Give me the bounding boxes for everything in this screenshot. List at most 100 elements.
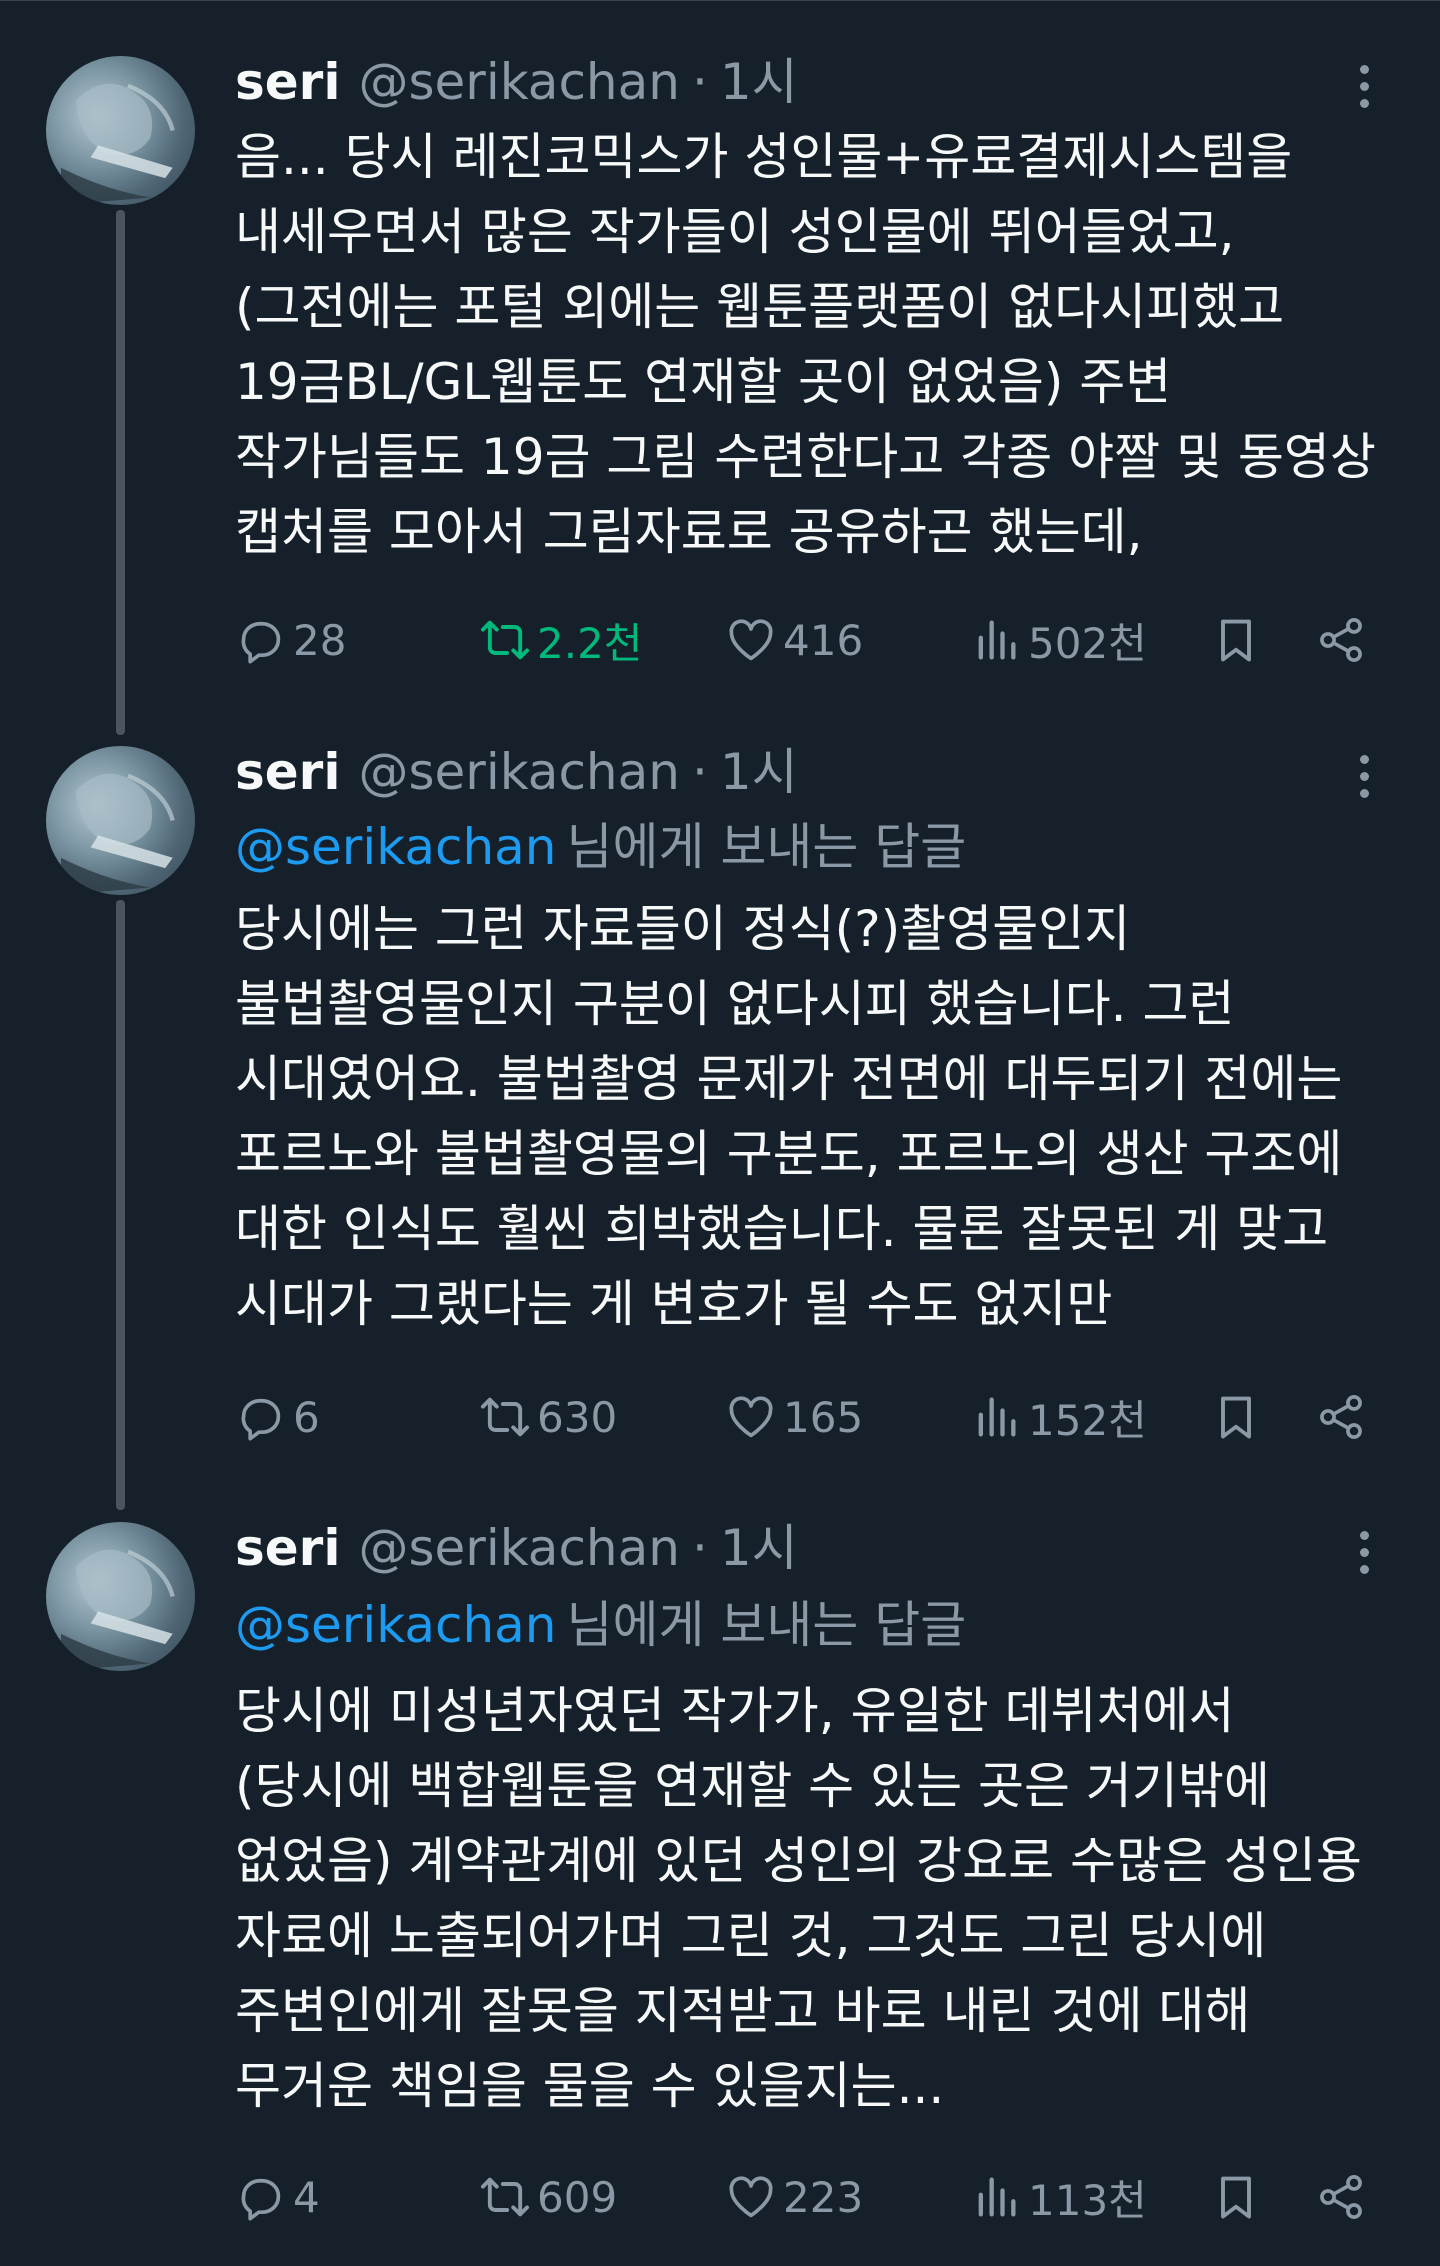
retweet-icon: [480, 2177, 530, 2217]
more-dot-icon: [1359, 788, 1369, 798]
tweet-header: seri @serikachan · 1시: [235, 1518, 798, 1578]
separator-dot: ·: [691, 1519, 708, 1577]
tweet-text-line: 무거운 책임을 물을 수 있을지는...: [235, 2057, 945, 2115]
timestamp[interactable]: 1시: [720, 1518, 798, 1578]
tweet-text: 음... 당시 레진코믹스가 성인물+유료결제시스템을 내세우면서 많은 작가들…: [235, 120, 1405, 570]
action-bar: 4 609 223 113천: [235, 2167, 1415, 2227]
share-icon: [1320, 618, 1362, 662]
reply-mention-link[interactable]: @serikachan: [235, 1596, 556, 1654]
analytics-icon: [978, 2177, 1016, 2217]
tweet-text-line: 작가님들도 19금 그림 수련한다고 각종 야짤 및 동영상: [235, 428, 1376, 486]
like-button[interactable]: 165: [725, 1387, 863, 1447]
more-dot-icon: [1359, 64, 1369, 74]
action-bar: 28 2.2천 416 502천: [235, 610, 1415, 670]
view-count: 113천: [1028, 2175, 1147, 2225]
bookmark-button[interactable]: [1210, 2167, 1262, 2227]
reply-count: 6: [293, 1392, 320, 1442]
reply-count: 4: [293, 2172, 320, 2222]
replying-to: @serikachan 님에게 보내는 답글: [235, 1595, 966, 1655]
timestamp[interactable]: 1시: [720, 742, 798, 802]
bookmark-button[interactable]: [1210, 1387, 1262, 1447]
reply-icon: [241, 2178, 281, 2221]
tweet-text-line: 음... 당시 레진코믹스가 성인물+유료결제시스템을: [235, 128, 1293, 186]
views-button[interactable]: 502천: [970, 610, 1147, 670]
tweet-text: 당시에는 그런 자료들이 정식(?)촬영물인지 불법촬영물인지 구분이 없다시피…: [235, 892, 1405, 1342]
tweet-text-line: (그전에는 포털 외에는 웹툰플랫폼이 없다시피했고: [235, 278, 1285, 336]
bookmark-icon: [1221, 1396, 1251, 1439]
retweet-count: 2.2천: [537, 618, 643, 668]
views-button[interactable]: 113천: [970, 2167, 1147, 2227]
like-count: 223: [783, 2172, 864, 2222]
retweet-count: 630: [537, 1392, 618, 1442]
tweet-text-line: 포르노와 불법촬영물의 구분도, 포르노의 생산 구조에: [235, 1125, 1343, 1183]
more-dot-icon: [1359, 1547, 1369, 1557]
separator-dot: ·: [691, 743, 708, 801]
reply-button[interactable]: 4: [235, 2167, 320, 2227]
avatar[interactable]: [46, 746, 195, 895]
tweet-text-line: 시대가 그랬다는 게 변호가 될 수도 없지만: [235, 1275, 1113, 1333]
display-name[interactable]: seri: [235, 742, 340, 802]
tweet[interactable]: seri @serikachan · 1시 @serikachan 님에게 보내는…: [0, 1500, 1440, 2266]
timestamp[interactable]: 1시: [720, 52, 798, 112]
heart-icon: [729, 2176, 773, 2218]
avatar[interactable]: [46, 56, 195, 205]
retweet-button[interactable]: 609: [479, 2167, 617, 2227]
share-icon: [1320, 2175, 1362, 2219]
tweet-header: seri @serikachan · 1시: [235, 52, 798, 112]
tweet-text-line: 자료에 노출되어가며 그린 것, 그것도 그린 당시에: [235, 1907, 1267, 1965]
user-handle[interactable]: @serikachan: [358, 742, 679, 802]
more-dot-icon: [1359, 1530, 1369, 1540]
display-name[interactable]: seri: [235, 1518, 340, 1578]
like-count: 165: [783, 1392, 864, 1442]
more-dot-icon: [1359, 1564, 1369, 1574]
more-options-button[interactable]: [1344, 746, 1384, 806]
reply-icon: [241, 621, 281, 664]
user-handle[interactable]: @serikachan: [358, 1518, 679, 1578]
separator-dot: ·: [691, 53, 708, 111]
avatar[interactable]: [46, 1522, 195, 1671]
reply-count: 28: [293, 615, 347, 665]
more-dot-icon: [1359, 81, 1369, 91]
share-button[interactable]: [1315, 1387, 1367, 1447]
tweet[interactable]: seri @serikachan · 1시 음... 당시 레진코믹스가 성인물…: [0, 0, 1440, 720]
tweet-text-line: 당시에는 그런 자료들이 정식(?)촬영물인지: [235, 900, 1131, 958]
replying-to: @serikachan 님에게 보내는 답글: [235, 817, 966, 877]
more-options-button[interactable]: [1344, 56, 1384, 116]
views-button[interactable]: 152천: [970, 1387, 1147, 1447]
bookmark-button[interactable]: [1210, 610, 1262, 670]
more-options-button[interactable]: [1344, 1522, 1384, 1582]
tweet-text-line: 내세우면서 많은 작가들이 성인물에 뛰어들었고,: [235, 203, 1235, 261]
tweet-text-line: 없었음) 계약관계에 있던 성인의 강요로 수많은 성인용: [235, 1832, 1362, 1890]
more-dot-icon: [1359, 771, 1369, 781]
view-count: 502천: [1028, 618, 1147, 668]
tweet-text-line: 대한 인식도 훨씬 희박했습니다. 물론 잘못된 게 맞고: [235, 1200, 1329, 1258]
more-dot-icon: [1359, 98, 1369, 108]
tweet-text-line: (당시에 백합웹툰을 연재할 수 있는 곳은 거기밖에: [235, 1757, 1270, 1815]
reply-to-label: 님에게 보내는 답글: [566, 1596, 967, 1654]
share-button[interactable]: [1315, 2167, 1367, 2227]
tweet[interactable]: seri @serikachan · 1시 @serikachan 님에게 보내는…: [0, 720, 1440, 1500]
tweet-header: seri @serikachan · 1시: [235, 742, 798, 802]
reply-button[interactable]: 28: [235, 610, 346, 670]
share-button[interactable]: [1315, 610, 1367, 670]
tweet-text-line: 주변인에게 잘못을 지적받고 바로 내린 것에 대해: [235, 1982, 1251, 2040]
reply-mention-link[interactable]: @serikachan: [235, 818, 556, 876]
bookmark-icon: [1221, 619, 1251, 662]
reply-button[interactable]: 6: [235, 1387, 320, 1447]
reply-icon: [241, 1398, 281, 1441]
analytics-icon: [978, 1397, 1016, 1437]
retweet-count: 609: [537, 2172, 618, 2222]
heart-icon: [729, 619, 773, 661]
like-button[interactable]: 223: [725, 2167, 863, 2227]
thread-feed: seri @serikachan · 1시 음... 당시 레진코믹스가 성인물…: [0, 0, 1440, 2266]
display-name[interactable]: seri: [235, 52, 340, 112]
tweet-text-line: 캡처를 모아서 그림자료로 공유하곤 했는데,: [235, 503, 1143, 561]
retweet-button[interactable]: 2.2천: [479, 610, 642, 670]
user-handle[interactable]: @serikachan: [358, 52, 679, 112]
share-icon: [1320, 1395, 1362, 1439]
like-button[interactable]: 416: [725, 610, 863, 670]
retweet-button[interactable]: 630: [479, 1387, 617, 1447]
tweet-text-line: 19금BL/GL웹툰도 연재할 곳이 없었음) 주변: [235, 353, 1172, 411]
heart-icon: [729, 1396, 773, 1438]
tweet-text: 당시에 미성년자였던 작가가, 유일한 데뷔처에서 (당시에 백합웹툰을 연재할…: [235, 1674, 1405, 2124]
